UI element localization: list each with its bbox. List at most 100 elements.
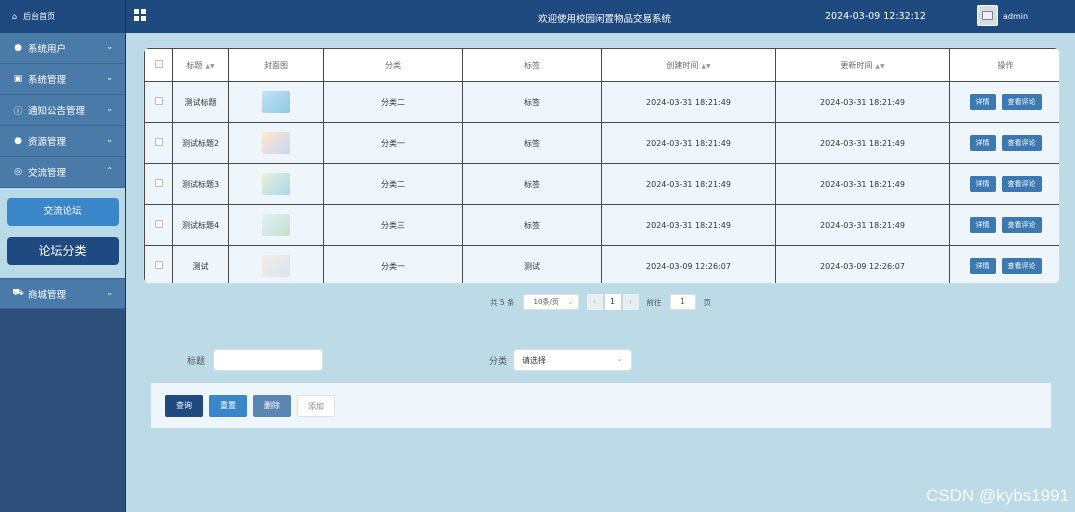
- view-comments-button[interactable]: 查看评论: [1001, 94, 1042, 110]
- checkbox[interactable]: [154, 138, 163, 146]
- cover-image[interactable]: [262, 132, 290, 154]
- row-select[interactable]: [144, 163, 173, 205]
- username[interactable]: admin: [1003, 12, 1028, 21]
- header-label: 标题: [186, 60, 203, 70]
- action-panel: 查询 重置 删除 添加: [151, 383, 1051, 428]
- sidebar-item-system-users[interactable]: ● 系统用户 ⌄: [0, 33, 125, 64]
- cell-cover: [228, 122, 324, 164]
- sidebar-item-resource-management[interactable]: ● 资源管理 ⌄: [0, 126, 125, 157]
- delete-button[interactable]: 删除: [253, 395, 291, 417]
- table-row: 测试标题2 分类一 标签 2024-03-31 18:21:49 2024-03…: [144, 122, 1059, 164]
- detail-button[interactable]: 详情: [969, 135, 996, 151]
- chat-icon: ◎: [14, 167, 22, 177]
- watermark: CSDN @kybs1991: [926, 486, 1069, 505]
- sidebar-item-system-management[interactable]: ▣ 系统管理 ⌄: [0, 64, 125, 95]
- submenu-item-forum-category[interactable]: 论坛分类: [6, 237, 119, 265]
- sort-icon[interactable]: ▲▼: [875, 63, 884, 70]
- checkbox[interactable]: [154, 179, 163, 187]
- chevron-down-icon: ⌄: [106, 135, 113, 144]
- detail-button[interactable]: 详情: [969, 94, 996, 110]
- sidebar-item-label: 交流管理: [28, 168, 67, 179]
- view-comments-button[interactable]: 查看评论: [1001, 217, 1042, 233]
- cover-image[interactable]: [262, 173, 290, 195]
- row-select[interactable]: [144, 204, 173, 246]
- query-button[interactable]: 查询: [165, 395, 203, 417]
- detail-button[interactable]: 详情: [969, 258, 996, 274]
- reset-button[interactable]: 重置: [209, 395, 247, 417]
- row-select[interactable]: [144, 122, 173, 164]
- cell-created: 2024-03-09 12:26:07: [601, 245, 776, 283]
- add-button[interactable]: 添加: [297, 395, 335, 417]
- sort-icon[interactable]: ▲▼: [205, 63, 214, 70]
- cell-tag: 标签: [462, 122, 602, 164]
- detail-button[interactable]: 详情: [969, 176, 996, 192]
- header-label: 创建时间: [666, 60, 699, 70]
- checkbox[interactable]: [154, 60, 163, 68]
- sidebar-item-label: 系统用户: [28, 44, 67, 55]
- chevron-down-icon: ⌄: [106, 42, 113, 51]
- page-size-select[interactable]: 10条/页 ⌄: [522, 294, 579, 310]
- chevron-down-icon: ⌄: [567, 298, 574, 306]
- cell-tag: 标签: [462, 204, 602, 246]
- header-updated[interactable]: 更新时间 ▲▼: [775, 48, 950, 82]
- header-actions: 操作: [949, 48, 1059, 82]
- top-bar: 欢迎使用校园闲置物品交易系统 2024-03-09 12:32:12 admin: [126, 0, 1075, 33]
- header-label: 分类: [385, 60, 401, 70]
- data-table: 标题 ▲▼ 封面图 分类 标签 创建时间 ▲▼ 更新时间 ▲▼ 操作 测试标题 分类二…: [143, 47, 1060, 284]
- header-label: 封面图: [264, 60, 288, 70]
- header-tag: 标签: [462, 48, 602, 82]
- page-size-value: 10条/页: [533, 298, 559, 306]
- cell-title: 测试标题3: [172, 163, 229, 205]
- sidebar-item-notice-management[interactable]: ⓘ 通知公告管理 ⌄: [0, 95, 125, 126]
- user-icon: ●: [14, 43, 22, 53]
- detail-button[interactable]: 详情: [969, 217, 996, 233]
- table-row: 测试标题3 分类二 标签 2024-03-31 18:21:49 2024-03…: [144, 163, 1059, 205]
- header-created[interactable]: 创建时间 ▲▼: [601, 48, 776, 82]
- cell-category: 分类一: [323, 122, 463, 164]
- view-comments-button[interactable]: 查看评论: [1001, 135, 1042, 151]
- sort-icon[interactable]: ▲▼: [701, 63, 710, 70]
- title-input[interactable]: [213, 349, 323, 371]
- row-select[interactable]: [144, 81, 173, 123]
- grid-menu-icon[interactable]: [134, 9, 146, 21]
- view-comments-button[interactable]: 查看评论: [1001, 176, 1042, 192]
- sidebar-item-label: 资源管理: [28, 137, 67, 148]
- goto-prefix: 前往: [646, 297, 662, 307]
- prev-page-button[interactable]: ‹: [586, 294, 603, 310]
- cell-cover: [228, 81, 324, 123]
- submenu-item-forum[interactable]: 交流论坛: [6, 198, 119, 226]
- sidebar: ⌂ 后台首页 ● 系统用户 ⌄ ▣ 系统管理 ⌄ ⓘ 通知公告管理 ⌄ ● 资源…: [0, 0, 126, 512]
- pagination: 共 5 条 10条/页 ⌄ ‹ 1 › 前往 1 页: [490, 294, 711, 310]
- image-icon: ▣: [13, 74, 23, 84]
- page-number[interactable]: 1: [604, 294, 621, 310]
- checkbox[interactable]: [154, 220, 163, 228]
- next-page-button[interactable]: ›: [622, 294, 639, 310]
- cover-image[interactable]: [262, 255, 290, 277]
- sidebar-item-label: 系统管理: [28, 75, 67, 86]
- cell-tag: 测试: [462, 245, 602, 283]
- checkbox[interactable]: [154, 97, 163, 105]
- sidebar-item-shop-management[interactable]: ⛟ 商城管理 ⌄: [0, 278, 125, 309]
- goto-suffix: 页: [703, 297, 712, 307]
- header-label: 标签: [524, 60, 540, 70]
- goto-page-input[interactable]: 1: [669, 294, 696, 310]
- header-select-all[interactable]: [144, 48, 173, 82]
- sidebar-home[interactable]: ⌂ 后台首页: [0, 0, 125, 33]
- avatar[interactable]: [977, 5, 998, 26]
- view-comments-button[interactable]: 查看评论: [1001, 258, 1042, 274]
- header-title[interactable]: 标题 ▲▼: [172, 48, 229, 82]
- chevron-down-icon: ⌄: [616, 354, 623, 363]
- table-row: 测试标题4 分类三 标签 2024-03-31 18:21:49 2024-03…: [144, 204, 1059, 246]
- cover-image[interactable]: [262, 91, 290, 113]
- category-select[interactable]: 请选择 ⌄: [513, 349, 632, 371]
- cell-title: 测试标题: [172, 81, 229, 123]
- title-label: 标题: [187, 357, 206, 367]
- cell-created: 2024-03-31 18:21:49: [601, 81, 776, 123]
- row-select[interactable]: [144, 245, 173, 283]
- checkbox[interactable]: [154, 261, 163, 269]
- cell-cover: [228, 204, 324, 246]
- chevron-down-icon: ⌄: [106, 104, 113, 113]
- cell-updated: 2024-03-09 12:26:07: [775, 245, 950, 283]
- cover-image[interactable]: [262, 214, 290, 236]
- sidebar-item-communication-management[interactable]: ◎ 交流管理 ⌃: [0, 157, 125, 188]
